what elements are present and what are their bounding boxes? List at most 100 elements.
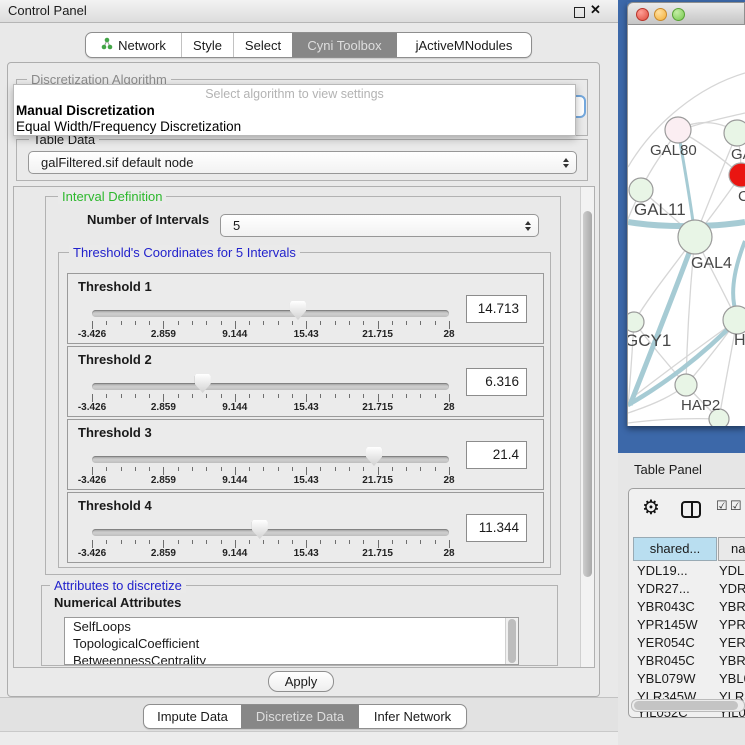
table-row[interactable]: YBL079W YBL0 (629, 670, 745, 688)
threshold-3-slider-thumb[interactable] (366, 447, 382, 466)
attributes-group-label: Attributes to discretize (50, 578, 186, 593)
cell-shared-name[interactable]: YDL19... (637, 562, 688, 580)
node-gal11[interactable] (629, 178, 653, 202)
cell-name[interactable]: YDR2 (719, 580, 745, 598)
column-header-name[interactable]: na (718, 537, 745, 561)
cell-name[interactable]: YDL1 (719, 562, 745, 580)
settings-scrollbar-thumb[interactable] (583, 211, 592, 577)
list-scrollbar[interactable] (505, 618, 518, 664)
node-ga[interactable] (724, 120, 745, 146)
network-window-titlebar[interactable] (627, 2, 745, 25)
bottom-strip-2 (0, 731, 618, 745)
cell-shared-name[interactable]: YBL079W (637, 670, 696, 688)
tick-label: 28 (443, 475, 454, 486)
cell-shared-name[interactable]: YDR27... (637, 580, 690, 598)
table-row[interactable]: YPR145W YPR1 (629, 616, 745, 634)
tick-label: 15.43 (294, 548, 319, 559)
tab-select[interactable]: Select (233, 33, 292, 57)
tab-jactivemnodules[interactable]: jActiveMNodules (397, 33, 531, 57)
tab-impute-data[interactable]: Impute Data (144, 705, 241, 728)
tick-label: 21.715 (362, 548, 393, 559)
threshold-4-value-field[interactable]: 11.344 (466, 514, 527, 542)
cell-name[interactable]: YPR1 (719, 616, 745, 634)
tab-discretize-data[interactable]: Discretize Data (241, 705, 359, 728)
tab-cyni-toolbox[interactable]: Cyni Toolbox (292, 33, 397, 57)
table-horizontal-scrollbar-thumb[interactable] (634, 701, 738, 710)
node-h[interactable] (723, 306, 745, 334)
table-row[interactable]: YBR043C YBR0 (629, 598, 745, 616)
table-horizontal-scrollbar[interactable] (631, 699, 745, 712)
attributes-group: Attributes to discretize Numerical Attri… (41, 585, 558, 666)
list-scrollbar-thumb[interactable] (508, 619, 516, 663)
column-header-shared-name[interactable]: shared... (633, 537, 717, 561)
apply-button[interactable]: Apply (268, 671, 334, 692)
popup-item-equal-width-frequency[interactable]: Equal Width/Frequency Discretization (16, 119, 241, 134)
threshold-2-panel: Threshold 2 -3.426 2.859 9.144 15.43 21.… (67, 346, 544, 417)
tick-label: 2.859 (151, 402, 176, 413)
threshold-1-slider-track[interactable] (92, 310, 449, 317)
numerical-attributes-list: SelfLoops TopologicalCoefficient Between… (64, 617, 519, 665)
select-none-checkbox-icon[interactable]: ☑ (730, 498, 742, 514)
node-gal80[interactable] (665, 117, 691, 143)
tick-label: 2.859 (151, 548, 176, 559)
algorithm-dropdown-popup: Select algorithm to view settings Manual… (13, 84, 576, 136)
tick-label: 28 (443, 548, 454, 559)
table-data-combobox-value: galFiltered.sif default node (41, 155, 193, 170)
select-all-checkbox-icon[interactable]: ☑ (716, 498, 728, 514)
tick-label: -3.426 (78, 548, 106, 559)
table-row[interactable]: YER054C YER0 (629, 634, 745, 652)
number-of-intervals-combobox[interactable]: 5 (220, 214, 539, 237)
slider-tick-labels: -3.426 2.859 9.144 15.43 21.715 28 (92, 548, 449, 560)
node-gal4[interactable] (678, 220, 712, 254)
cell-shared-name[interactable]: YPR145W (637, 616, 698, 634)
table-row[interactable]: YDR27... YDR2 (629, 580, 745, 598)
cell-name[interactable]: YBR0 (719, 652, 745, 670)
threshold-3-value-field[interactable]: 21.4 (466, 441, 527, 469)
list-item[interactable]: SelfLoops (65, 618, 518, 635)
tab-infer-network-label: Infer Network (374, 709, 451, 724)
cell-name[interactable]: YBR0 (719, 598, 745, 616)
list-item[interactable]: TopologicalCoefficient (65, 635, 518, 652)
stepper-icon (525, 221, 531, 231)
list-item[interactable]: BetweennessCentrality (65, 652, 518, 665)
tick-label: 2.859 (151, 329, 176, 340)
tab-cyni-toolbox-label: Cyni Toolbox (307, 38, 381, 53)
node-hap2[interactable] (675, 374, 697, 396)
threshold-4-slider-track[interactable] (92, 529, 449, 536)
gear-icon[interactable]: ⚙ (642, 495, 660, 520)
tab-infer-network[interactable]: Infer Network (359, 705, 466, 728)
threshold-1-value-field[interactable]: 14.713 (466, 295, 527, 323)
float-window-icon[interactable] (574, 7, 585, 18)
tab-style[interactable]: Style (181, 33, 233, 57)
cell-shared-name[interactable]: YBR043C (637, 598, 695, 616)
cell-shared-name[interactable]: YBR045C (637, 652, 695, 670)
node-gcy1[interactable] (628, 312, 644, 332)
table-row[interactable]: YBR045C YBR0 (629, 652, 745, 670)
zoom-button[interactable] (672, 8, 685, 21)
threshold-2-slider-thumb[interactable] (195, 374, 211, 393)
close-icon[interactable]: ✕ (590, 2, 601, 18)
cell-name[interactable]: YBL0 (719, 670, 745, 688)
tab-select-label: Select (245, 38, 281, 53)
cell-shared-name[interactable]: YER054C (637, 634, 695, 652)
popup-item-manual-discretization[interactable]: Manual Discretization (16, 103, 155, 118)
threshold-1-slider-thumb[interactable] (290, 301, 306, 320)
tab-network[interactable]: Network (86, 33, 181, 57)
node-table-container: ⚙ ☑ ☑ shared... na YDL19... YDL1 YDR27..… (628, 488, 745, 718)
minimize-button[interactable] (654, 8, 667, 21)
node-label-gal4: GAL4 (691, 255, 732, 272)
threshold-2-slider-track[interactable] (92, 383, 449, 390)
algorithm-popup-hint: Select algorithm to view settings (14, 87, 575, 101)
threshold-3-slider-track[interactable] (92, 456, 449, 463)
cell-name[interactable]: YER0 (719, 634, 745, 652)
table-row[interactable]: YDL19... YDL1 (629, 562, 745, 580)
cyni-bottom-tabs: Impute Data Discretize Data Infer Networ… (143, 704, 467, 729)
threshold-4-slider-thumb[interactable] (252, 520, 268, 539)
network-canvas[interactable]: GAL80 GA C GAL11 GAL4 GCY1 H HAP2 (627, 25, 745, 426)
threshold-2-value-field[interactable]: 6.316 (466, 368, 527, 396)
columns-icon[interactable] (681, 501, 701, 518)
table-data-combobox[interactable]: galFiltered.sif default node (28, 151, 577, 174)
settings-scrollbar[interactable] (580, 187, 594, 667)
close-button[interactable] (636, 8, 649, 21)
tab-jactivemnodules-label: jActiveMNodules (416, 38, 513, 53)
